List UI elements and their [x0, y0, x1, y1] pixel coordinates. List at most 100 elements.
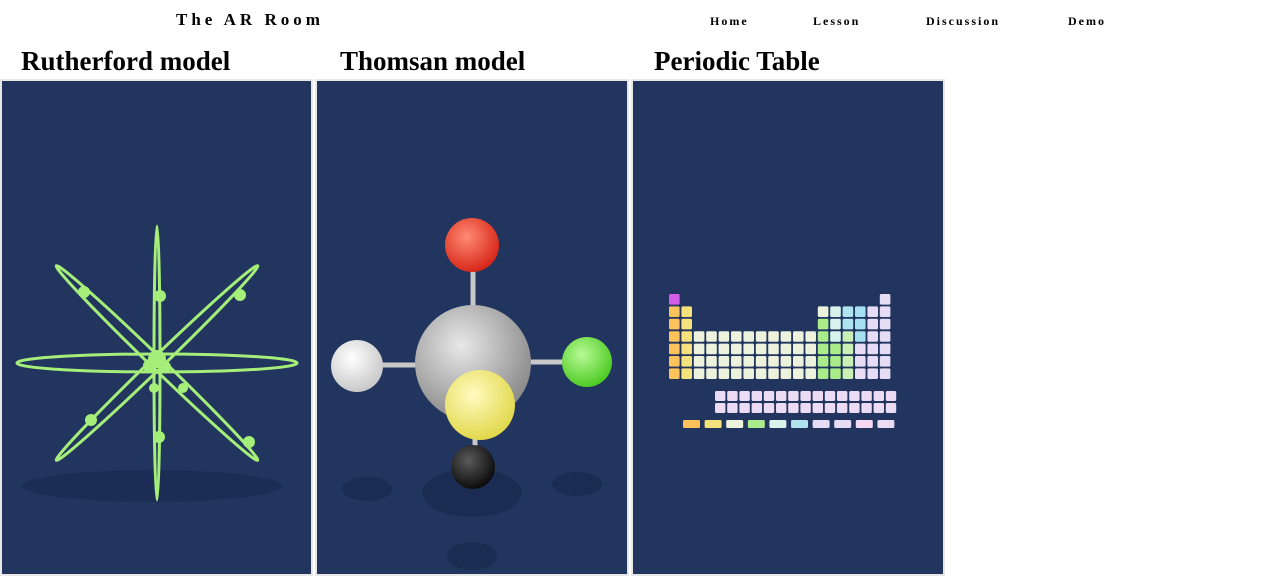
element-block [793, 343, 804, 355]
nav-discussion-link[interactable]: Discussion [926, 14, 1000, 29]
legend-swatch [855, 420, 873, 428]
element-block [669, 368, 680, 379]
element-block [788, 391, 799, 401]
element-block [755, 368, 767, 379]
thomsan-model-viewer[interactable] [315, 79, 629, 576]
element-block [817, 368, 829, 379]
element-block [830, 306, 841, 317]
element-block [867, 356, 878, 367]
element-block [755, 343, 767, 355]
element-block [873, 403, 884, 413]
element-block [830, 318, 841, 330]
element-block [751, 403, 762, 413]
element-block [715, 391, 726, 401]
element-block [693, 356, 705, 367]
element-block [743, 356, 754, 367]
element-block [842, 356, 854, 367]
element-block [780, 343, 792, 355]
element-block [830, 368, 841, 379]
element-block [768, 356, 779, 367]
element-block [693, 368, 705, 379]
element-block [817, 306, 829, 317]
element-block [812, 391, 823, 401]
element-block [739, 403, 750, 413]
element-block [855, 368, 866, 379]
element-block [669, 343, 680, 355]
legend-swatch [726, 420, 744, 428]
element-block [755, 356, 767, 367]
element-block [669, 306, 680, 317]
element-block [780, 331, 792, 342]
element-block [800, 403, 811, 413]
element-block [842, 306, 854, 317]
legend-swatch [812, 420, 830, 428]
element-block [693, 343, 705, 355]
element-block [718, 356, 730, 367]
element-block [824, 391, 836, 401]
thomsan-molecule-3d [331, 218, 612, 570]
element-block [824, 403, 836, 413]
element-block [885, 391, 897, 401]
nav-lesson-link[interactable]: Lesson [813, 14, 860, 29]
element-block [681, 318, 692, 330]
legend-swatch [769, 420, 787, 428]
element-block [780, 368, 792, 379]
element-block [693, 331, 705, 342]
element-block [867, 318, 878, 330]
periodic-table-viewer[interactable] [631, 79, 945, 576]
card-title-periodic-table: Periodic Table [654, 46, 820, 76]
nav-demo-link[interactable]: Demo [1068, 14, 1106, 29]
element-block [879, 331, 891, 342]
element-block [768, 343, 779, 355]
element-block [867, 306, 878, 317]
element-block [780, 356, 792, 367]
element-block [812, 403, 823, 413]
element-block [763, 403, 775, 413]
element-block [879, 318, 891, 330]
element-block [805, 331, 816, 342]
element-block [855, 343, 866, 355]
element-block [727, 391, 738, 401]
element-block [793, 331, 804, 342]
element-block [731, 356, 742, 367]
element-block [776, 391, 787, 401]
element-block [867, 343, 878, 355]
element-block [842, 331, 854, 342]
rutherford-model-viewer[interactable] [0, 79, 313, 576]
element-block [681, 306, 692, 317]
element-block [855, 356, 866, 367]
legend-swatch [877, 420, 895, 428]
element-block [842, 343, 854, 355]
element-block [763, 391, 775, 401]
element-block [681, 343, 692, 355]
element-block [805, 368, 816, 379]
element-block [867, 331, 878, 342]
card-title-thomsan: Thomsan model [340, 46, 526, 76]
element-block [706, 343, 717, 355]
element-block [681, 356, 692, 367]
element-block [867, 368, 878, 379]
element-block [805, 356, 816, 367]
top-nav: Home Lesson Discussion Demo [0, 14, 1280, 34]
element-block [855, 331, 866, 342]
legend-swatch [834, 420, 852, 428]
element-block [817, 343, 829, 355]
element-block [830, 331, 841, 342]
element-block [669, 356, 680, 367]
legend-swatch [747, 420, 765, 428]
element-block [768, 368, 779, 379]
element-block [706, 368, 717, 379]
element-block [842, 318, 854, 330]
element-block [669, 331, 680, 342]
element-block [817, 318, 829, 330]
nav-home-link[interactable]: Home [710, 14, 749, 29]
element-block [873, 391, 884, 401]
element-block [793, 356, 804, 367]
element-block [788, 403, 799, 413]
element-block [706, 356, 717, 367]
element-block [855, 318, 866, 330]
element-block [669, 318, 680, 330]
element-block [879, 294, 891, 305]
element-block [681, 331, 692, 342]
element-block [855, 306, 866, 317]
